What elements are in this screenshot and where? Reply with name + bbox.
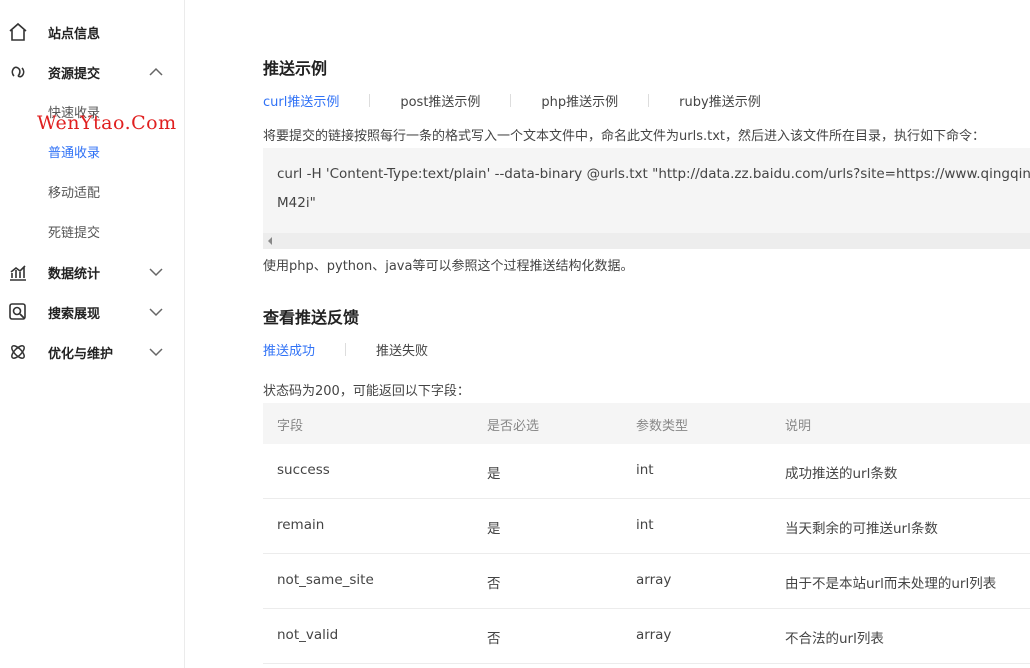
table-header: 字段 是否必选 参数类型 说明 <box>263 403 1030 444</box>
column-header: 说明 <box>785 419 812 434</box>
cell-required: 否 <box>487 631 501 647</box>
status-text: 状态码为200，可能返回以下字段： <box>263 384 470 399</box>
sidebar-item-label: 资源提交 <box>48 66 101 82</box>
sidebar-item-label: 数据统计 <box>48 266 101 282</box>
column-header: 是否必选 <box>487 419 540 434</box>
table-row: success 是 int 成功推送的url条数 <box>263 444 1030 499</box>
sidebar-item-label: 搜索展现 <box>48 306 101 322</box>
feedback-tabs: 推送成功 推送失败 <box>263 340 428 359</box>
cell-required: 是 <box>487 521 501 537</box>
cell-desc: 不合法的url列表 <box>785 631 884 647</box>
column-header: 字段 <box>277 419 304 434</box>
sidebar-item-data-stats[interactable]: 数据统计 <box>0 258 185 286</box>
table-row: remain 是 int 当天剩余的可推送url条数 <box>263 499 1030 554</box>
sidebar-item-site-info[interactable]: 站点信息 <box>0 18 185 46</box>
note-text: 使用php、python、java等可以参照这个过程推送结构化数据。 <box>263 259 634 274</box>
chevron-down-icon[interactable] <box>148 304 164 320</box>
section-title-feedback: 查看推送反馈 <box>263 308 360 327</box>
chart-icon <box>10 265 26 281</box>
tab-push-fail[interactable]: 推送失败 <box>376 340 428 359</box>
sidebar-item-search-display[interactable]: 搜索展现 <box>0 298 185 326</box>
cell-field: remain <box>277 517 325 533</box>
tab-divider <box>345 343 347 356</box>
tab-divider <box>369 94 371 107</box>
instruction-text: 将要提交的链接按照每行一条的格式写入一个文本文件中，命名此文件为urls.txt… <box>263 129 985 144</box>
sidebar-item-optimize[interactable]: 优化与维护 <box>0 338 185 366</box>
code-line: curl -H 'Content-Type:text/plain' --data… <box>277 166 1030 182</box>
link-icon <box>11 66 25 78</box>
scroll-left-arrow-icon[interactable] <box>268 237 272 245</box>
cell-type: array <box>636 572 672 588</box>
tab-push-success[interactable]: 推送成功 <box>263 340 315 359</box>
sidebar-item-label: 站点信息 <box>48 26 101 42</box>
cell-desc: 成功推送的url条数 <box>785 466 898 482</box>
tab-post[interactable]: post推送示例 <box>400 91 480 110</box>
cell-required: 是 <box>487 466 501 482</box>
cell-desc: 当天剩余的可推送url条数 <box>785 521 938 537</box>
tab-php[interactable]: php推送示例 <box>541 91 618 110</box>
sub-item-dead-link[interactable]: 死链提交 <box>48 222 100 241</box>
cell-type: int <box>636 517 654 533</box>
chevron-down-icon[interactable] <box>148 344 164 360</box>
watermark: WenYtao.Com <box>37 112 177 134</box>
cell-field: not_valid <box>277 627 339 643</box>
sub-item-normal-index[interactable]: 普通收录 <box>48 142 100 161</box>
sub-item-mobile-adapt[interactable]: 移动适配 <box>48 182 100 201</box>
table-row: not_same_site 否 array 由于不是本站url而未处理的url列… <box>263 554 1030 609</box>
tab-divider <box>648 94 650 107</box>
sidebar: 站点信息 资源提交 快速收录 WenYtao.Com 普通收录 移动适配 死链提… <box>0 0 185 668</box>
push-example-tabs: curl推送示例 post推送示例 php推送示例 ruby推送示例 <box>263 91 761 110</box>
tab-divider <box>510 94 512 107</box>
cell-field: success <box>277 462 330 478</box>
search-icon <box>9 303 26 320</box>
cell-field: not_same_site <box>277 572 374 588</box>
chevron-down-icon[interactable] <box>148 264 164 280</box>
cell-type: array <box>636 627 672 643</box>
section-title-push-example: 推送示例 <box>263 59 328 78</box>
column-header: 参数类型 <box>636 419 689 434</box>
atom-icon <box>11 345 25 359</box>
sidebar-item-resource-submit[interactable]: 资源提交 <box>0 58 185 86</box>
tab-ruby[interactable]: ruby推送示例 <box>679 91 761 110</box>
home-icon <box>9 22 27 41</box>
horizontal-scrollbar[interactable] <box>263 233 1030 249</box>
table-row: not_valid 否 array 不合法的url列表 <box>263 609 1030 664</box>
chevron-up-icon[interactable] <box>148 64 164 80</box>
cell-required: 否 <box>487 576 501 592</box>
cell-type: int <box>636 462 654 478</box>
code-line: M42i" <box>277 195 316 211</box>
sidebar-item-label: 优化与维护 <box>48 346 114 362</box>
cell-desc: 由于不是本站url而未处理的url列表 <box>785 576 997 592</box>
tab-curl[interactable]: curl推送示例 <box>263 91 339 110</box>
